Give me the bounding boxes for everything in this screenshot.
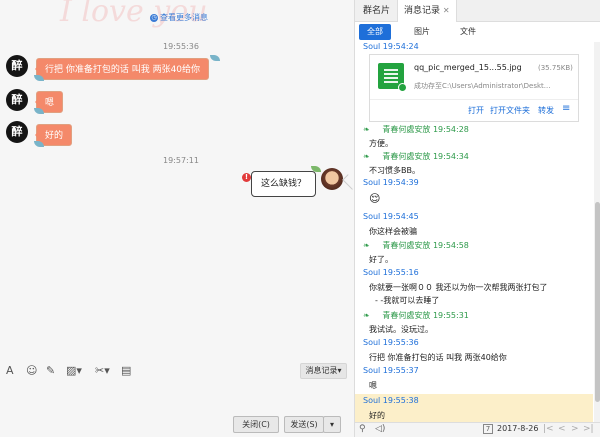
message-history-button[interactable]: 消息记录▾ [300, 363, 347, 379]
image-icon[interactable]: ▨▾ [66, 364, 82, 377]
contact-avatar[interactable]: 醉 [6, 89, 28, 111]
history-sender: ❧ 青春何處安放 19:54:28 [363, 124, 469, 135]
last-page-icon[interactable]: >| [583, 424, 594, 434]
history-sender: Soul 19:54:39 [363, 178, 419, 187]
file-status: 成功存至C:\Users\Administrator\Deskt... [414, 82, 551, 90]
history-sender: ❧ 青春何處安放 19:55:31 [363, 310, 469, 321]
send-options-button[interactable]: ▾ [323, 416, 341, 433]
history-emoji: 😌 [369, 192, 381, 205]
history-date: 2017-8-26 [497, 424, 539, 433]
scrollbar-thumb[interactable] [595, 202, 600, 402]
incoming-message: 行把 你准备打包的话 叫我 两张40给你 [34, 58, 210, 80]
message-history-label: 消息记录 [305, 366, 338, 375]
history-text: 不习惯多BB。 [369, 166, 420, 175]
chat-panel: I love you ◷ 查看更多消息 19:55:36 醉 行把 你准备打包的话… [0, 0, 358, 437]
history-text: 你这样会被骗 [369, 227, 417, 236]
filter-files[interactable]: 文件 [453, 24, 483, 40]
tab-message-history-label: 消息记录 [404, 6, 441, 16]
send-button[interactable]: 发送(S) [284, 416, 324, 433]
emoji-icon[interactable]: ☺ [26, 364, 37, 377]
highlighted-message[interactable]: Soul 19:55:38 好的 [355, 394, 593, 422]
history-sender: Soul 19:55:16 [363, 268, 419, 277]
divider [370, 99, 578, 100]
history-sender: Soul 19:55:38 [363, 396, 419, 405]
speaker-icon[interactable]: ◁) [375, 424, 385, 434]
file-size: (35.75KB) [538, 64, 573, 72]
history-sender-label: 青春何處安放 19:54:58 [382, 241, 469, 250]
prev-page-icon[interactable]: < [558, 424, 566, 434]
history-text: 好了。 [369, 255, 393, 264]
history-text: - -我就可以去睡了 [375, 296, 440, 305]
history-sender: Soul 19:55:36 [363, 338, 419, 347]
more-messages-link[interactable]: ◷ 查看更多消息 [150, 12, 208, 23]
search-icon[interactable]: ⚲ [359, 424, 366, 434]
tab-group-card[interactable]: 群名片 [357, 0, 396, 22]
side-tabs: 群名片 消息记录 ✕ [355, 0, 600, 22]
history-footer: ⚲ ◁) 7 2017-8-26 |< < > >| [355, 422, 600, 437]
history-sender: ❧ 青春何處安放 19:54:34 [363, 151, 469, 162]
archive-icon[interactable]: ▤ [121, 364, 131, 377]
more-menu-icon[interactable]: ≡ [562, 103, 570, 114]
history-sender-label: 青春何處安放 19:54:28 [382, 125, 469, 134]
scissors-icon[interactable]: ✂▾ [95, 364, 110, 377]
timestamp: 19:55:36 [163, 42, 199, 51]
history-list[interactable]: Soul 19:54:24 qq_pic_merged_15...55.jpg … [355, 42, 593, 422]
chevron-down-icon: ▾ [337, 366, 342, 375]
close-icon[interactable]: ✕ [443, 6, 450, 15]
history-sender-label: 青春何處安放 19:55:31 [382, 311, 469, 320]
history-text: 我试试。没玩过。 [369, 325, 433, 334]
history-sender: ❧ 青春何處安放 19:54:58 [363, 240, 469, 251]
first-page-icon[interactable]: |< [543, 424, 554, 434]
open-file-link[interactable]: 打开 [468, 105, 484, 116]
tab-message-history[interactable]: 消息记录 ✕ [397, 0, 457, 22]
font-icon[interactable]: A [6, 364, 14, 377]
filter-all[interactable]: 全部 [359, 24, 391, 40]
calendar-icon[interactable]: 7 [483, 424, 493, 434]
history-text: 行把 你准备打包的话 叫我 两张40给你 [369, 353, 507, 362]
outgoing-message: 这么缺钱？ [251, 171, 316, 197]
history-sender: Soul 19:54:24 [363, 42, 419, 51]
timestamp: 19:57:11 [163, 156, 199, 165]
history-text: 嗯 [369, 381, 377, 390]
history-text: 方便。 [369, 139, 393, 148]
forward-link[interactable]: 转发 [538, 105, 554, 116]
contact-avatar[interactable]: 醉 [6, 121, 28, 143]
history-text: 好的 [369, 411, 385, 420]
close-button[interactable]: 关闭(C) [233, 416, 279, 433]
open-folder-link[interactable]: 打开文件夹 [490, 105, 530, 116]
pen-icon[interactable]: ✎ [46, 364, 55, 377]
clock-icon: ◷ [150, 13, 158, 22]
history-sender: Soul 19:54:45 [363, 212, 419, 221]
history-sender-label: 青春何處安放 19:54:34 [382, 152, 469, 161]
bubble-leaf-decoration [210, 55, 220, 61]
side-panel: 群名片 消息记录 ✕ 全部 图片 文件 Soul 19:54:24 qq_pic… [354, 0, 600, 437]
check-icon [398, 83, 407, 92]
leaf-icon: ❧ [363, 241, 370, 250]
leaf-icon: ❧ [363, 125, 370, 134]
scrollbar[interactable] [594, 42, 600, 422]
next-page-icon[interactable]: > [571, 424, 579, 434]
file-card[interactable]: qq_pic_merged_15...55.jpg (35.75KB) 成功存至… [369, 54, 579, 122]
history-text: 你就要一张啊００ 我还以为你一次帮我两张打包了 [369, 283, 548, 292]
leaf-icon: ❧ [363, 311, 370, 320]
leaf-icon: ❧ [363, 152, 370, 161]
more-messages-label: 查看更多消息 [160, 13, 208, 22]
send-failed-icon[interactable]: ! [242, 173, 251, 182]
history-sender: Soul 19:55:37 [363, 366, 419, 375]
my-avatar[interactable] [321, 168, 343, 190]
filter-images[interactable]: 图片 [407, 24, 437, 40]
contact-avatar[interactable]: 醉 [6, 55, 28, 77]
file-name: qq_pic_merged_15...55.jpg [414, 63, 522, 72]
